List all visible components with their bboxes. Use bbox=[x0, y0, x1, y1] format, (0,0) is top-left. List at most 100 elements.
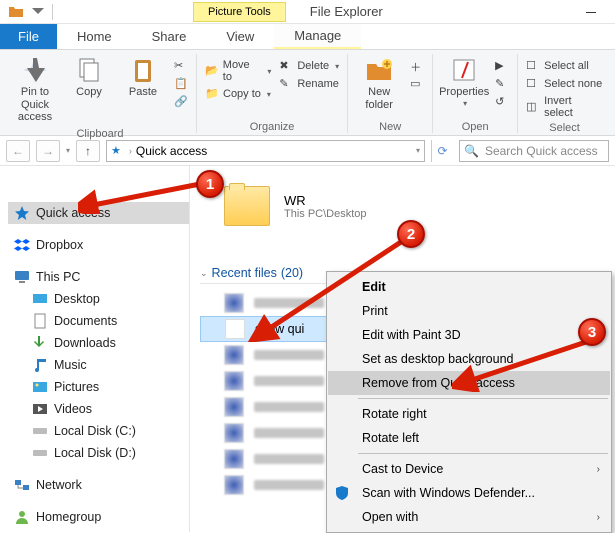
history-dropdown-icon[interactable]: ▾ bbox=[416, 146, 420, 155]
delete-label: Delete bbox=[297, 60, 329, 72]
image-thumbnail-icon bbox=[224, 371, 244, 391]
address-box[interactable]: ★ › Quick access ▾ bbox=[106, 140, 425, 162]
nav-documents-label: Documents bbox=[54, 314, 117, 328]
folder-path: This PC\Desktop bbox=[284, 208, 367, 220]
history-button[interactable]: ↺ bbox=[493, 94, 511, 110]
ctx-rotate-left[interactable]: Rotate left bbox=[328, 426, 610, 450]
tab-home[interactable]: Home bbox=[57, 24, 132, 49]
tab-share[interactable]: Share bbox=[132, 24, 207, 49]
image-thumbnail-icon bbox=[225, 319, 245, 339]
disk-icon bbox=[32, 445, 48, 461]
nav-documents[interactable]: Documents bbox=[8, 310, 189, 332]
back-button[interactable]: ← bbox=[6, 140, 30, 162]
annotation-arrow-1 bbox=[78, 178, 208, 214]
nav-local-disk-d[interactable]: Local Disk (D:) bbox=[8, 442, 189, 464]
paste-button[interactable]: Paste bbox=[118, 54, 168, 101]
group-label-open: Open bbox=[439, 119, 511, 133]
group-label-clipboard: Clipboard bbox=[10, 126, 190, 140]
copy-path-icon: 📋 bbox=[174, 77, 188, 91]
pin-icon bbox=[21, 56, 49, 84]
recent-locations-button[interactable]: ▾ bbox=[66, 146, 70, 155]
music-icon bbox=[32, 357, 48, 373]
select-none-label: Select none bbox=[544, 78, 602, 90]
arrow-toggle-icon[interactable] bbox=[30, 4, 46, 20]
search-input[interactable]: 🔍 Search Quick access bbox=[459, 140, 609, 162]
nav-this-pc[interactable]: This PC bbox=[8, 266, 189, 288]
nav-pictures[interactable]: Pictures bbox=[8, 376, 189, 398]
nav-dropbox[interactable]: Dropbox bbox=[8, 234, 189, 256]
new-item-button[interactable]: ＋ bbox=[408, 58, 426, 74]
minimize-button[interactable] bbox=[571, 0, 611, 24]
select-none-button[interactable]: ☐ Select none bbox=[524, 76, 605, 92]
ribbon: Pin to Quick access Copy Paste ✂ 📋 bbox=[0, 50, 615, 136]
network-icon bbox=[14, 477, 30, 493]
chevron-right-icon: › bbox=[597, 464, 600, 475]
videos-icon bbox=[32, 401, 48, 417]
properties-button[interactable]: Properties ▾ bbox=[439, 54, 489, 110]
delete-button[interactable]: ✖ Delete ▾ bbox=[277, 58, 341, 74]
forward-button[interactable]: → bbox=[36, 140, 60, 162]
select-all-label: Select all bbox=[544, 60, 589, 72]
downloads-icon bbox=[32, 335, 48, 351]
move-to-label: Move to bbox=[223, 59, 262, 83]
ctx-rotate-right[interactable]: Rotate right bbox=[328, 402, 610, 426]
copy-to-button[interactable]: 📁 Copy to ▾ bbox=[203, 86, 273, 102]
edit-item-button[interactable]: ✎ bbox=[493, 76, 511, 92]
breadcrumb-quick-access[interactable]: Quick access bbox=[136, 144, 207, 158]
nav-videos[interactable]: Videos bbox=[8, 398, 189, 420]
paste-icon bbox=[129, 56, 157, 84]
ctx-defender-label: Scan with Windows Defender... bbox=[362, 486, 535, 500]
cut-button[interactable]: ✂ bbox=[172, 58, 190, 74]
new-folder-button[interactable]: New folder bbox=[354, 54, 404, 113]
ctx-open-with[interactable]: Open with › bbox=[328, 505, 610, 529]
nav-desktop[interactable]: Desktop bbox=[8, 288, 189, 310]
nav-downloads[interactable]: Downloads bbox=[8, 332, 189, 354]
pin-to-quick-access-button[interactable]: Pin to Quick access bbox=[10, 54, 60, 126]
ribbon-group-organize: 📂 Move to ▾ 📁 Copy to ▾ ✖ Delete ▾ ✎ bbox=[197, 54, 348, 133]
folder-name: WR bbox=[284, 193, 367, 208]
nav-music[interactable]: Music bbox=[8, 354, 189, 376]
tab-file[interactable]: File bbox=[0, 24, 57, 49]
ctx-divider bbox=[358, 453, 608, 454]
nav-videos-label: Videos bbox=[54, 402, 92, 416]
ribbon-group-new: New folder ＋ ▭ New bbox=[348, 54, 433, 133]
image-thumbnail-icon bbox=[224, 397, 244, 417]
invert-selection-button[interactable]: ◫ Invert select bbox=[524, 94, 605, 120]
search-placeholder: Search Quick access bbox=[485, 144, 598, 158]
annotation-badge-2: 2 bbox=[397, 220, 425, 248]
refresh-button[interactable]: ⟳ bbox=[431, 140, 453, 162]
move-to-button[interactable]: 📂 Move to ▾ bbox=[203, 58, 273, 84]
nav-homegroup[interactable]: Homegroup bbox=[8, 506, 189, 528]
copy-button[interactable]: Copy bbox=[64, 54, 114, 101]
nav-network[interactable]: Network bbox=[8, 474, 189, 496]
list-item-label bbox=[254, 480, 324, 490]
copy-path-button[interactable]: 📋 bbox=[172, 76, 190, 92]
context-tab-picture-tools[interactable]: Picture Tools bbox=[193, 2, 286, 22]
copy-label: Copy bbox=[76, 86, 102, 99]
chevron-down-icon: ⌄ bbox=[200, 268, 208, 279]
nav-music-label: Music bbox=[54, 358, 87, 372]
nav-local-disk-c[interactable]: Local Disk (C:) bbox=[8, 420, 189, 442]
nav-homegroup-label: Homegroup bbox=[36, 510, 101, 524]
group-label-select: Select bbox=[524, 120, 605, 134]
easy-access-button[interactable]: ▭ bbox=[408, 76, 426, 92]
ctx-scan-defender[interactable]: Scan with Windows Defender... bbox=[328, 481, 610, 505]
folder-icon bbox=[224, 186, 270, 226]
address-bar: ← → ▾ ↑ ★ › Quick access ▾ ⟳ 🔍 Search Qu… bbox=[0, 136, 615, 166]
open-item-button[interactable]: ▶ bbox=[493, 58, 511, 74]
ctx-cast-to-device[interactable]: Cast to Device › bbox=[328, 457, 610, 481]
select-all-button[interactable]: ☐ Select all bbox=[524, 58, 605, 74]
up-button[interactable]: ↑ bbox=[76, 140, 100, 162]
list-item-label bbox=[254, 402, 324, 412]
rename-button[interactable]: ✎ Rename bbox=[277, 76, 341, 92]
disk-icon bbox=[32, 423, 48, 439]
image-thumbnail-icon bbox=[224, 345, 244, 365]
tab-manage[interactable]: Manage bbox=[274, 24, 361, 49]
tab-view[interactable]: View bbox=[206, 24, 274, 49]
select-all-icon: ☐ bbox=[526, 59, 540, 73]
quick-access-toolbar bbox=[4, 4, 53, 20]
list-item-label bbox=[254, 376, 324, 386]
properties-icon bbox=[450, 56, 478, 84]
paste-shortcut-button[interactable]: 🔗 bbox=[172, 94, 190, 110]
image-thumbnail-icon bbox=[224, 475, 244, 495]
